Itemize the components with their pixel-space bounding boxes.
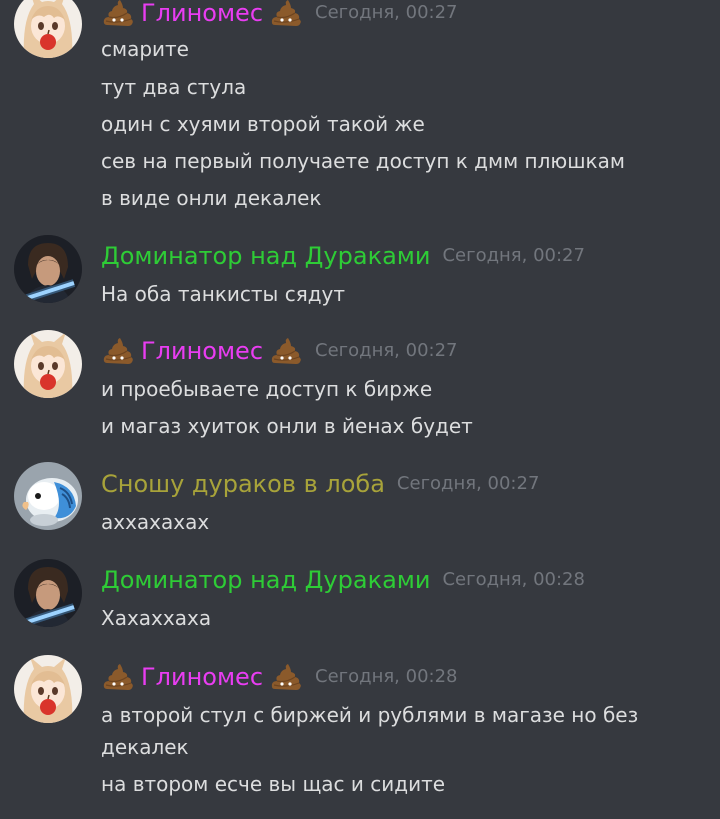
message-text: На оба танкисты сядут [101, 282, 346, 306]
author-name[interactable]: Глиномес [141, 0, 263, 33]
message-text: аххахахах [101, 510, 210, 534]
message-text: и проебываете доступ к бирже [101, 377, 433, 401]
avatar-anime-girl[interactable] [14, 0, 82, 58]
poop-emoji-icon [101, 0, 135, 27]
dark-portrait-avatar-icon [14, 559, 82, 627]
avatar-dark-portrait[interactable] [14, 559, 82, 627]
anime-girl-avatar-icon [14, 0, 82, 58]
message-text: тут два стула [101, 75, 247, 99]
chat-message-list: Глиномес Сегодня, 00:27 смарите тут два … [0, 0, 720, 819]
message-text: декалек [101, 735, 189, 759]
message-timestamp: Сегодня, 00:27 [315, 340, 458, 361]
avatar-dark-portrait[interactable] [14, 235, 82, 303]
dark-portrait-avatar-icon [14, 235, 82, 303]
poop-emoji-icon [101, 337, 135, 365]
message-text: а второй стул с биржей и рублями в магаз… [101, 703, 639, 727]
message-text: на втором есче вы щас и сидите [101, 772, 446, 796]
parrot-avatar-icon [14, 462, 82, 530]
message-text: в виде онли декалек [101, 186, 322, 210]
message-timestamp: Сегодня, 00:28 [442, 569, 585, 590]
poop-emoji-icon [269, 0, 303, 27]
message-timestamp: Сегодня, 00:28 [315, 666, 458, 687]
message-text: сев на первый получаете доступ к дмм плю… [101, 149, 625, 173]
message-timestamp: Сегодня, 00:27 [396, 473, 540, 494]
message-timestamp: Сегодня, 00:27 [442, 245, 585, 266]
author-name[interactable]: Сношу дураков в лоба [101, 464, 385, 504]
avatar-anime-girl[interactable] [14, 655, 82, 723]
message-text: Хахаххаха [101, 606, 212, 630]
anime-girl-avatar-icon [14, 330, 82, 398]
poop-emoji-icon [269, 337, 303, 365]
author-name[interactable]: Глиномес [141, 657, 263, 697]
author-name[interactable]: Глиномес [141, 331, 263, 371]
author-name[interactable]: Доминатор над Дураками [101, 236, 430, 276]
message-text: один с хуями второй такой же [101, 112, 425, 136]
avatar-anime-girl[interactable] [14, 330, 82, 398]
avatar-parrot[interactable] [14, 462, 82, 530]
poop-emoji-icon [269, 663, 303, 691]
message-text: смарите [101, 37, 189, 61]
message-text: и магаз хуиток онли в йенах будет [101, 414, 473, 438]
message-timestamp: Сегодня, 00:27 [315, 2, 458, 23]
author-name[interactable]: Доминатор над Дураками [101, 560, 430, 600]
anime-girl-avatar-icon [14, 655, 82, 723]
poop-emoji-icon [101, 663, 135, 691]
